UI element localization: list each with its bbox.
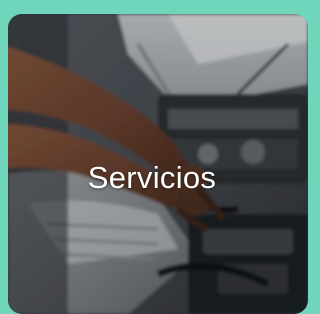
card-title: Servicios — [87, 160, 217, 195]
services-card[interactable]: Servicios — [8, 14, 308, 314]
